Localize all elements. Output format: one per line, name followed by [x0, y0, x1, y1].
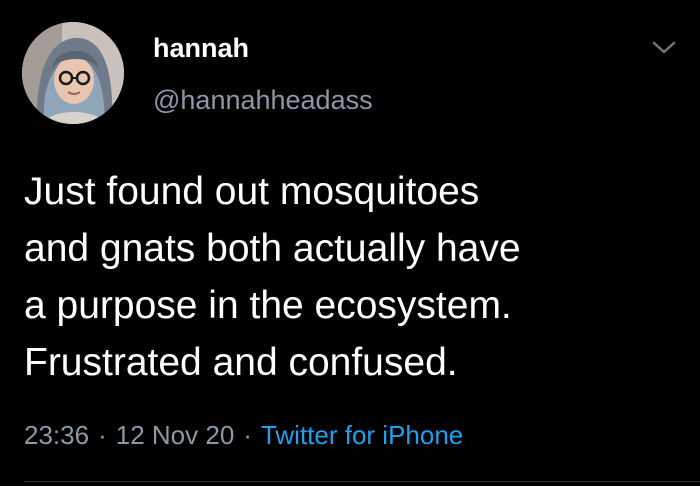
divider [24, 481, 700, 482]
profile-photo [22, 22, 124, 124]
chevron-down-icon[interactable] [650, 38, 678, 58]
tweet-date[interactable]: 12 Nov 20 [116, 420, 235, 450]
separator: · [243, 420, 252, 450]
avatar[interactable] [22, 22, 124, 124]
separator: · [98, 420, 107, 450]
display-name[interactable]: hannah [153, 30, 249, 66]
user-handle[interactable]: @hannahheadass [153, 82, 373, 118]
tweet-time[interactable]: 23:36 [24, 420, 89, 450]
tweet-source-link[interactable]: Twitter for iPhone [261, 420, 463, 450]
tweet-card: hannah @hannahheadass Just found out mos… [0, 0, 700, 486]
tweet-metadata: 23:36 · 12 Nov 20 · Twitter for iPhone [24, 417, 463, 453]
tweet-text: Just found out mosquitoes and gnats both… [24, 170, 521, 384]
